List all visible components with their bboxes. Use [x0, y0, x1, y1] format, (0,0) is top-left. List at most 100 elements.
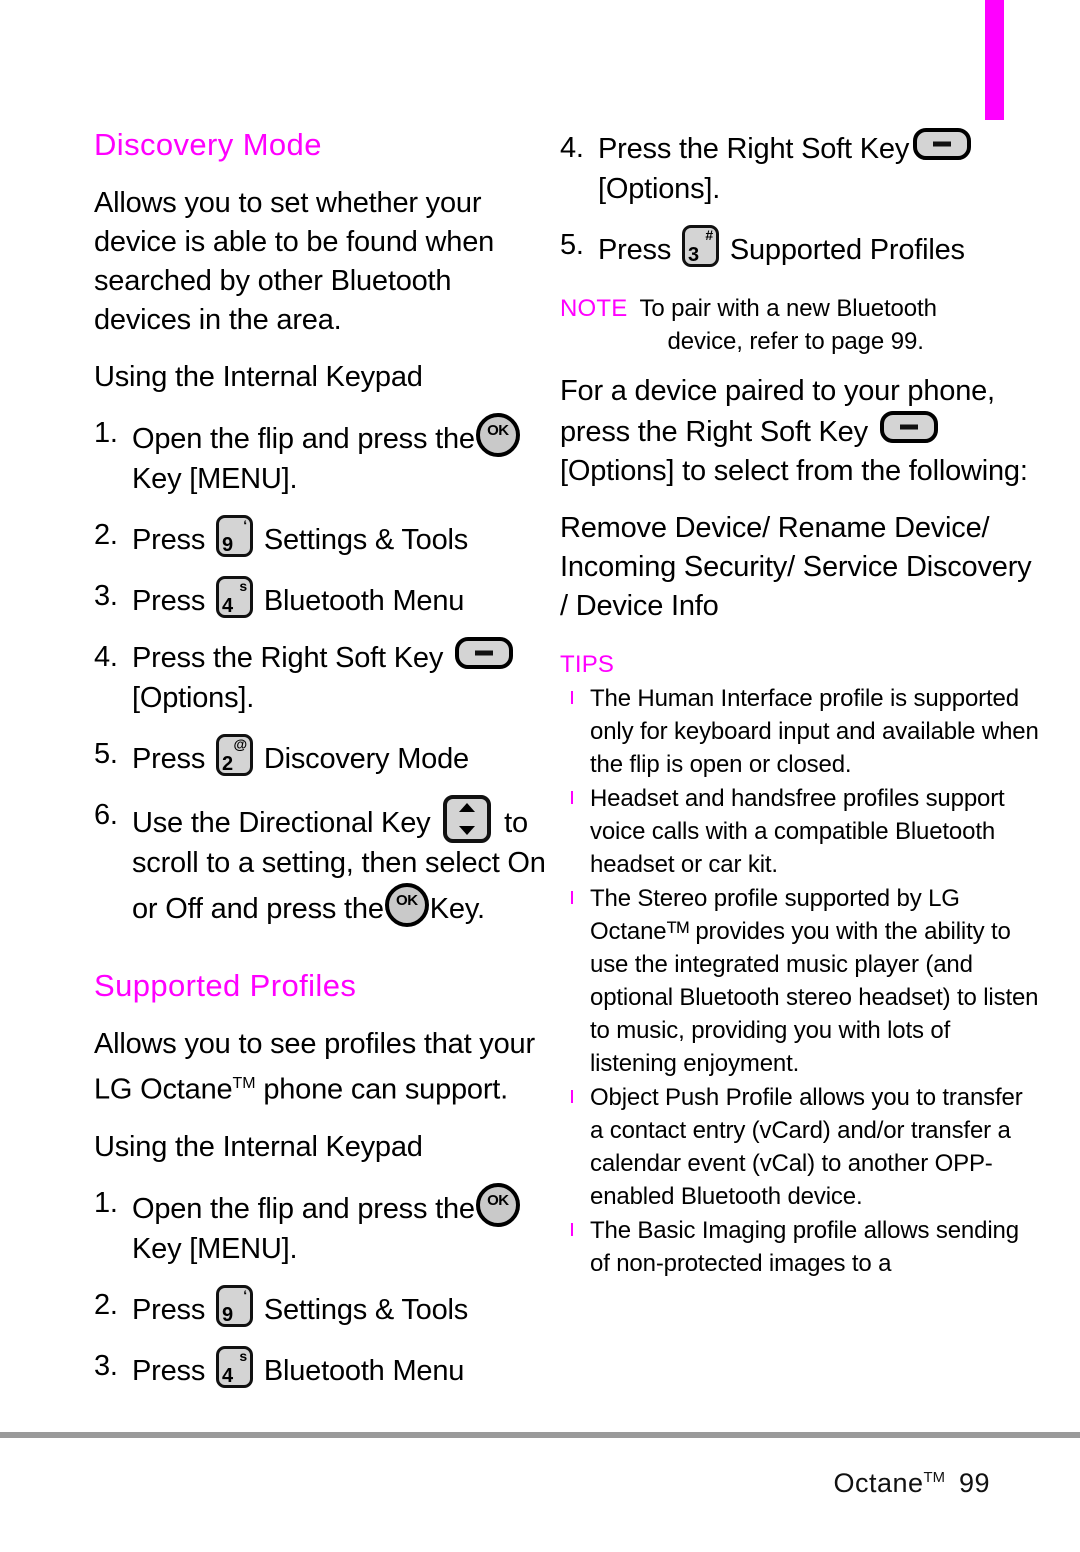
page-title-discovery-mode: Discovery Mode	[94, 127, 322, 162]
list-item: Object Push Profile allows you to transf…	[560, 1081, 1042, 1213]
step-number: 5.	[94, 738, 118, 771]
soft-key-bar	[475, 650, 493, 656]
step-item: 5. Press 2 @ Discovery Mode	[94, 734, 554, 779]
key-superscript: #	[705, 227, 713, 243]
step-item: 3. Press 4 s Bluetooth Menu	[94, 576, 554, 621]
step-text-after: Bluetooth Menu	[263, 585, 465, 618]
bullet-tick-icon	[571, 791, 573, 804]
step-text: Press	[132, 1293, 206, 1326]
arrow-up-icon	[459, 803, 476, 813]
step-text: Press	[132, 1354, 206, 1387]
key-superscript: ‘	[243, 1286, 247, 1303]
bullet-tick-icon	[571, 1090, 573, 1103]
soft-key-bar	[933, 141, 952, 147]
key-digit: 9	[222, 534, 233, 557]
step-number: 3.	[94, 580, 118, 613]
step-text-after: Key [MENU].	[132, 463, 298, 496]
step-item: 1. Open the flip and press the OK Key [MENU…	[94, 413, 554, 499]
ok-key-icon: OK	[475, 413, 520, 458]
ok-key-icon: OK	[384, 883, 429, 928]
subheading-using-internal-keypad-1: Using the Internal Keypad	[94, 361, 423, 394]
step-item: 6. Use the Directional Key to scroll to a…	[94, 795, 554, 929]
step-number: 1.	[94, 417, 118, 450]
key-digit: 2	[222, 753, 233, 776]
tip-text: The Basic Imaging profile allows sending…	[590, 1217, 1019, 1277]
key-superscript: ‘	[243, 517, 247, 534]
note-line-2: device, refer to page 99.	[667, 328, 924, 355]
step-number: 6.	[94, 799, 118, 832]
step-number: 4.	[94, 641, 118, 674]
bullet-tick-icon	[571, 1223, 573, 1236]
description-part-b: phone can support.	[255, 1073, 509, 1106]
step-number: 3.	[94, 1349, 118, 1382]
supported-profiles-description: Allows you to see profiles that your LG …	[94, 1025, 554, 1110]
step-text: Press	[132, 743, 206, 776]
tip-text: Object Push Profile allows you to transf…	[590, 1084, 1023, 1210]
supported-profiles-steps: 1. Open the flip and press the OK Key [MENU…	[94, 1182, 554, 1391]
step-item: 4. Press the Right Soft Key [Options].	[94, 637, 554, 718]
number-key-icon: 4 s	[216, 1345, 253, 1388]
subheading-using-internal-keypad-2: Using the Internal Keypad	[94, 1130, 423, 1163]
list-item: The Stereo profile supported by LG Octan…	[560, 882, 1042, 1080]
page-footer: OctaneTM 99	[833, 1462, 990, 1499]
step-text-after: Bluetooth Menu	[263, 1354, 465, 1387]
supported-profiles-steps-continued: 4. Press the Right Soft Key [Options]. 5.…	[560, 128, 1042, 270]
step-text: Press	[132, 524, 206, 557]
key-digit: 9	[222, 1303, 233, 1326]
soft-key-bar	[899, 424, 918, 430]
list-item: The Human Interface profile is supported…	[560, 682, 1042, 781]
right-soft-key-icon	[455, 637, 513, 670]
list-item: Headset and handsfree profiles support v…	[560, 782, 1042, 881]
key-superscript: s	[239, 578, 247, 595]
step-item: 4. Press the Right Soft Key [Options].	[560, 128, 1042, 209]
note-text: To pair with a new Bluetooth device, ref…	[639, 292, 936, 358]
discovery-mode-description: Allows you to set whether your device is…	[94, 187, 495, 337]
step-number: 2.	[94, 519, 118, 552]
note-block: NOTE To pair with a new Bluetooth device…	[560, 292, 1042, 358]
left-column: Discovery Mode Allows you to set whether…	[94, 127, 554, 1407]
note-label: NOTE	[560, 295, 628, 322]
key-digit: 4	[222, 595, 233, 618]
step-item: 3. Press 4 s Bluetooth Menu	[94, 1345, 554, 1391]
step-text-after: Supported Profiles	[729, 234, 965, 266]
step-number: 4.	[560, 132, 584, 164]
right-soft-key-icon	[913, 128, 972, 160]
step-text-after: Discovery Mode	[263, 743, 469, 776]
list-item: The Basic Imaging profile allows sending…	[560, 1214, 1042, 1280]
step-text: Open the flip and press the	[132, 423, 475, 456]
ok-key-icon: OK	[475, 1182, 520, 1227]
paired-device-paragraph: For a device paired to your phone, press…	[560, 372, 1042, 491]
number-key-icon: 3 #	[682, 225, 719, 267]
manual-page: Discovery Mode Allows you to set whether…	[0, 0, 1080, 1552]
step-text-after: Settings & Tools	[263, 524, 469, 557]
step-text-end: Key.	[429, 893, 485, 926]
step-number: 5.	[560, 229, 584, 261]
paired-text-b: [Options] to select from the following:	[560, 455, 1028, 487]
step-text: Press	[598, 234, 672, 266]
step-item: 2. Press 9 ‘ Settings & Tools	[94, 515, 554, 560]
right-column: 4. Press the Right Soft Key [Options]. 5.…	[560, 128, 1042, 1281]
bullet-tick-icon	[571, 691, 573, 704]
number-key-icon: 9 ‘	[216, 1284, 253, 1327]
trademark-symbol: TM	[923, 1470, 945, 1486]
step-text-after: Settings & Tools	[263, 1293, 469, 1326]
number-key-icon: 2 @	[216, 734, 253, 777]
step-number: 2.	[94, 1288, 118, 1321]
tips-list: The Human Interface profile is supported…	[560, 682, 1042, 1280]
step-text-after: [Options].	[132, 682, 255, 715]
step-text-after: [Options].	[598, 173, 721, 205]
options-list-text: Remove Device/ Rename Device/ Incoming S…	[560, 512, 1032, 622]
step-number: 1.	[94, 1186, 118, 1219]
step-item: 1. Open the flip and press the OK Key [MENU…	[94, 1182, 554, 1269]
key-digit: 3	[688, 244, 699, 266]
note-line-1: To pair with a new Bluetooth	[639, 295, 937, 322]
directional-key-icon	[443, 795, 492, 844]
footer-product-name: Octane	[833, 1468, 924, 1498]
step-text: Press the Right Soft Key	[132, 642, 444, 675]
bullet-tick-icon	[571, 891, 573, 904]
step-item: 2. Press 9 ‘ Settings & Tools	[94, 1284, 554, 1330]
key-superscript: @	[233, 736, 248, 753]
step-text: Press the Right Soft Key	[598, 133, 910, 165]
right-soft-key-icon	[879, 411, 938, 443]
trademark-symbol: TM	[232, 1075, 256, 1093]
